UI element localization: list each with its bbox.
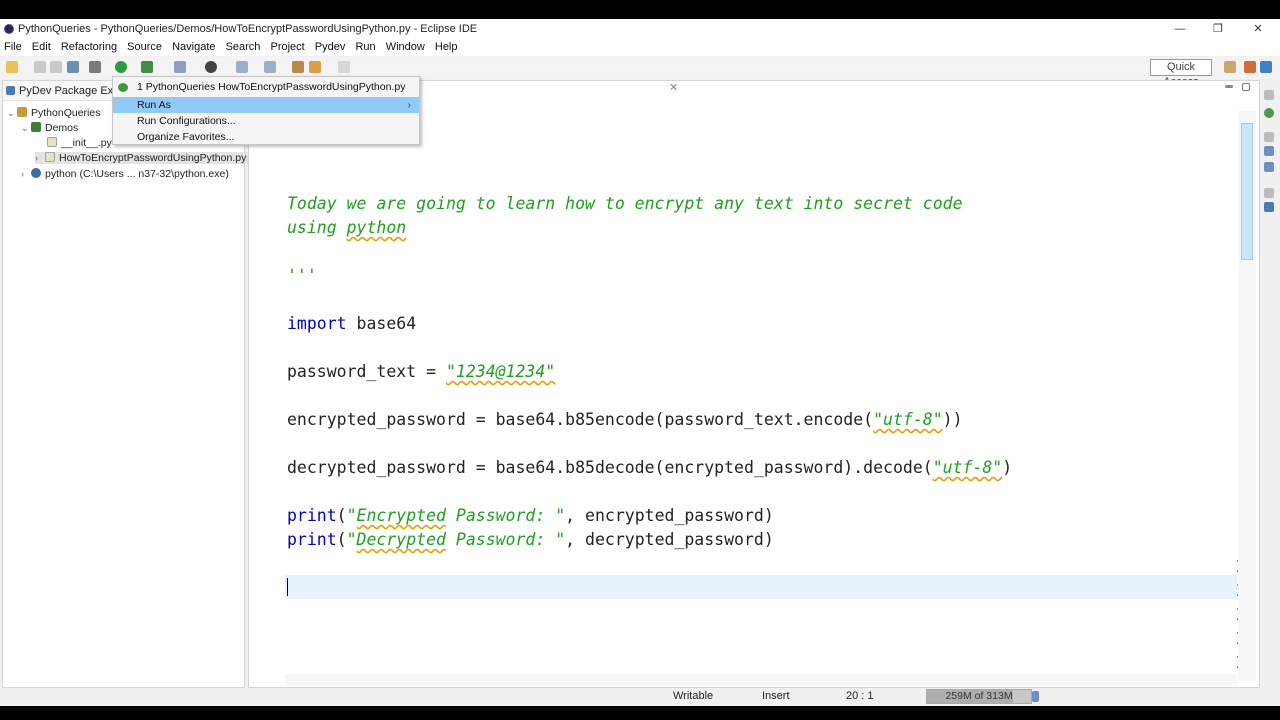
vertical-scrollbar[interactable]: [1238, 111, 1256, 681]
expand-icon[interactable]: ⌄: [7, 108, 17, 119]
text-caret: [287, 578, 288, 596]
expand-icon[interactable]: ›: [21, 169, 31, 179]
package-explorer-panel: PyDev Package Explor ⌄ PythonQueries ⌄ Dem…: [2, 80, 249, 688]
menu-file[interactable]: File: [4, 39, 22, 56]
status-insert-mode: Insert: [762, 690, 790, 702]
code-editor: ✕ 3 4 5 6 7 8 9 10 11 12 13 14 15 16 17 …: [248, 80, 1260, 688]
scrollbar-thumb[interactable]: [1241, 123, 1253, 260]
menu-edit[interactable]: Edit: [32, 39, 51, 56]
new-icon[interactable]: [6, 61, 18, 73]
horizontal-scrollbar[interactable]: [285, 674, 1237, 686]
python-file-icon: [47, 137, 57, 147]
run-dropdown-menu: 1 PythonQueries HowToEncryptPasswordUsin…: [112, 76, 420, 145]
status-writable: Writable: [673, 690, 714, 702]
window-title: PythonQueries - PythonQueries/Demos/HowT…: [18, 23, 478, 35]
code-line-11[interactable]: password_text = "1234@1234": [287, 362, 555, 381]
eclipse-window: PythonQueries - PythonQueries/Demos/HowT…: [0, 19, 1280, 706]
code-line-5[interactable]: using python: [287, 218, 406, 237]
status-bar: Writable Insert 20 : 1 259M of 313M: [0, 688, 1280, 706]
coverage-icon[interactable]: [141, 61, 153, 73]
title-bar: PythonQueries - PythonQueries/Demos/HowT…: [0, 19, 1280, 39]
debug-icon[interactable]: [89, 61, 101, 73]
menu-pydev[interactable]: Pydev: [315, 39, 346, 56]
maximize-view-icon[interactable]: [1242, 83, 1250, 91]
close-button[interactable]: ✕: [1243, 21, 1273, 37]
code-line-17[interactable]: print("Encrypted Password: ", encrypted_…: [287, 506, 774, 525]
console-icon[interactable]: [1264, 108, 1274, 118]
project-icon: [17, 107, 27, 117]
menu-bar: File Edit Refactoring Source Navigate Se…: [0, 39, 1280, 56]
python-interpreter-icon: [31, 168, 41, 178]
eclipse-icon: [4, 24, 14, 34]
heap-status[interactable]: 259M of 313M: [926, 689, 1032, 704]
code-line-15[interactable]: decrypted_password = base64.b85decode(en…: [287, 458, 1012, 477]
prev-annotation-icon[interactable]: [264, 61, 276, 73]
python-file-icon: [45, 152, 55, 162]
tree-item-demos[interactable]: ⌄ Demos: [21, 122, 78, 134]
current-line-highlight: [285, 575, 1237, 599]
menu-window[interactable]: Window: [386, 39, 425, 56]
package-explorer-icon: [6, 86, 15, 95]
code-line-13[interactable]: encrypted_password = base64.b85encode(pa…: [287, 410, 963, 429]
print-icon[interactable]: [67, 61, 79, 73]
java-perspective-icon[interactable]: [1244, 61, 1256, 73]
tasks-icon[interactable]: [1264, 202, 1274, 212]
maximize-button[interactable]: ❐: [1203, 21, 1233, 37]
expand-icon[interactable]: ›: [35, 153, 45, 163]
restore-icon[interactable]: [1264, 188, 1274, 198]
external-tools-icon[interactable]: [174, 61, 186, 73]
menu-item-recent-run[interactable]: 1 PythonQueries HowToEncryptPasswordUsin…: [113, 79, 419, 95]
menu-source[interactable]: Source: [127, 39, 162, 56]
restore-icon[interactable]: [1264, 90, 1274, 100]
code-line-18[interactable]: print("Decrypted Password: ", decrypted_…: [287, 530, 774, 549]
submenu-arrow-icon: ›: [407, 99, 412, 111]
back-icon[interactable]: [309, 61, 321, 73]
tree-item-init[interactable]: __init__.py: [37, 137, 112, 149]
save-icon[interactable]: [34, 61, 46, 73]
tree-item-howtoencrypt[interactable]: › HowToEncryptPasswordUsingPython.py: [35, 152, 249, 164]
run-icon[interactable]: [115, 61, 127, 73]
line-number-gutter: [249, 111, 285, 671]
menu-project[interactable]: Project: [270, 39, 304, 56]
editor-tab-close-icon[interactable]: ✕: [669, 81, 689, 101]
code-line-9[interactable]: import base64: [287, 314, 416, 333]
menu-item-organize-favorites[interactable]: Organize Favorites...: [113, 129, 419, 145]
outline-icon[interactable]: [1264, 146, 1274, 156]
menu-refactoring[interactable]: Refactoring: [61, 39, 117, 56]
menu-item-run-as[interactable]: Run As ›: [113, 97, 419, 113]
hierarchy-icon[interactable]: [1264, 162, 1274, 172]
forward-icon[interactable]: [338, 61, 350, 73]
menu-navigate[interactable]: Navigate: [172, 39, 215, 56]
python-run-icon: [118, 83, 128, 92]
pydev-perspective-icon[interactable]: [1260, 61, 1272, 73]
expand-icon[interactable]: ⌄: [21, 123, 31, 134]
restore-icon[interactable]: [1264, 132, 1274, 142]
right-trim-bar: [1261, 80, 1278, 220]
open-perspective-icon[interactable]: [205, 61, 217, 73]
code-line-7[interactable]: ''': [287, 266, 317, 285]
last-edit-icon[interactable]: [292, 61, 304, 73]
code-line-4[interactable]: Today we are going to learn how to encry…: [287, 194, 963, 213]
tree-item-pythonqueries[interactable]: ⌄ PythonQueries: [7, 107, 100, 119]
menu-search[interactable]: Search: [226, 39, 261, 56]
status-cursor-position: 20 : 1: [846, 690, 874, 702]
quick-access-field[interactable]: Quick Access: [1150, 59, 1212, 88]
garbage-collect-icon[interactable]: [1032, 691, 1039, 702]
menu-help[interactable]: Help: [435, 39, 458, 56]
menu-item-run-configurations[interactable]: Run Configurations...: [113, 113, 419, 129]
tree-item-python-interpreter[interactable]: › python (C:\Users ... n37-32\python.exe): [21, 168, 229, 180]
save-all-icon[interactable]: [50, 61, 62, 73]
package-icon: [31, 122, 41, 132]
perspective-icon[interactable]: [1224, 61, 1236, 73]
minimize-button[interactable]: —: [1165, 21, 1195, 37]
next-annotation-icon[interactable]: [236, 61, 248, 73]
menu-run[interactable]: Run: [355, 39, 375, 56]
minimize-view-icon[interactable]: [1225, 85, 1233, 88]
